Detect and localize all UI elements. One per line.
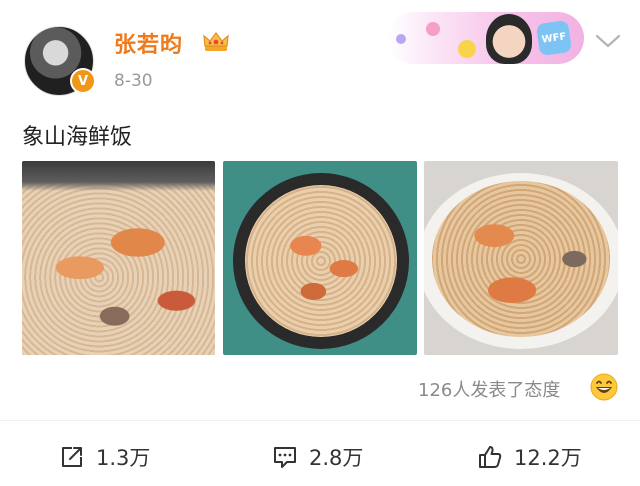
thumbs-up-icon: [479, 446, 502, 468]
pan-edge: [22, 161, 215, 191]
paella: [245, 185, 397, 337]
promo-banner[interactable]: WFF: [388, 12, 584, 64]
like-count: 12.2万: [514, 446, 582, 470]
promo-bubble: [458, 40, 476, 58]
share-count: 1.3万: [96, 446, 151, 470]
reactions-summary[interactable]: 126人发表了态度: [418, 376, 560, 402]
avatar-wrapper[interactable]: V: [24, 26, 96, 96]
promo-badge: WFF: [535, 19, 573, 57]
verified-badge: V: [70, 68, 96, 94]
post-photo-2[interactable]: [223, 161, 417, 355]
crown-icon: [203, 32, 229, 51]
comment-button[interactable]: 2.8万: [271, 440, 363, 474]
post-photo-3[interactable]: [424, 161, 618, 355]
username[interactable]: 张若昀: [114, 27, 183, 59]
like-button[interactable]: 12.2万: [476, 440, 582, 474]
promo-bubble: [396, 34, 406, 44]
paella: [432, 181, 610, 337]
promo-bubble: [426, 22, 440, 36]
promo-portrait: [486, 14, 532, 64]
share-icon: [62, 447, 82, 467]
post-text: 象山海鲜饭: [22, 125, 133, 150]
comment-count: 2.8万: [309, 446, 364, 470]
chevron-down-icon[interactable]: [595, 33, 621, 49]
post-date: 8-30: [114, 71, 153, 91]
share-button[interactable]: 1.3万: [58, 440, 150, 474]
comment-icon: [274, 447, 296, 468]
post-photo-1[interactable]: [22, 161, 215, 355]
divider: [0, 420, 640, 421]
laughing-emoji-icon[interactable]: [590, 373, 618, 401]
